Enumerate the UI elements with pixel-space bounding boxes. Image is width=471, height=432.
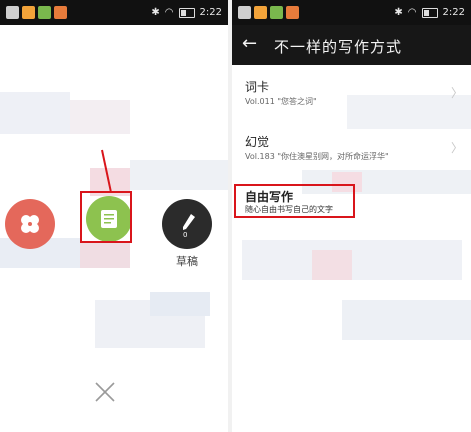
app-notification-icon [286, 6, 299, 19]
app-notification-icon [54, 6, 67, 19]
battery-icon [178, 7, 195, 18]
item-subtitle: Vol.183 "你住澳星别网，对所命运浮华" [245, 152, 389, 161]
item-subtitle: Vol.011 "您答之词" [245, 97, 317, 106]
clover-button[interactable] [5, 199, 55, 249]
close-icon[interactable] [94, 381, 116, 403]
status-time: 2:22 [442, 7, 465, 18]
image-notification-icon [6, 6, 19, 19]
mosaic-blur [342, 300, 471, 340]
status-time: 2:22 [199, 7, 222, 18]
right-screen: ✱ ◠ 2:22 ← 不一样的写作方式 词卡 Vol.011 "您答之词" 〉 … [232, 0, 471, 432]
app-notification-icon [254, 6, 267, 19]
highlight-box [234, 184, 355, 218]
mosaic-blur [80, 242, 130, 268]
bluetooth-icon: ✱ [151, 7, 160, 18]
status-bar: ✱ ◠ 2:22 [232, 0, 471, 25]
list-item-word-card[interactable]: 词卡 Vol.011 "您答之词" 〉 [232, 70, 471, 116]
notification-icons [6, 6, 67, 19]
toolbar: ← 不一样的写作方式 [232, 25, 471, 65]
back-arrow-icon[interactable]: ← [242, 34, 257, 54]
mosaic-blur [70, 100, 130, 134]
draft-count: 0 [183, 231, 188, 239]
draft-label: 草稿 [176, 255, 198, 268]
image-notification-icon [238, 6, 251, 19]
chevron-right-icon: 〉 [450, 141, 463, 155]
app-notification-icon [270, 6, 283, 19]
highlight-box [80, 191, 132, 243]
app-notification-icon [22, 6, 35, 19]
item-title: 幻觉 [245, 135, 270, 149]
wifi-icon: ◠ [407, 7, 417, 18]
list-item-illusion[interactable]: 幻觉 Vol.183 "你住澳星别网，对所命运浮华" 〉 [232, 125, 471, 171]
clover-icon [21, 215, 39, 233]
mosaic-blur [0, 92, 70, 134]
draft-button[interactable] [162, 199, 212, 249]
chevron-right-icon: 〉 [450, 86, 463, 100]
notification-icons [238, 6, 299, 19]
mosaic-blur [130, 160, 228, 190]
mosaic-blur [150, 292, 210, 316]
app-notification-icon [38, 6, 51, 19]
mosaic-blur [312, 250, 352, 280]
status-bar: ✱ ◠ 2:22 [0, 0, 228, 25]
wifi-icon: ◠ [164, 7, 174, 18]
page-title: 不一样的写作方式 [274, 38, 403, 56]
battery-icon [421, 7, 438, 18]
bluetooth-icon: ✱ [394, 7, 403, 18]
item-title: 词卡 [245, 80, 270, 94]
left-screen: ✱ ◠ 2:22 0 草稿 [0, 0, 228, 432]
mosaic-blur [242, 240, 462, 280]
